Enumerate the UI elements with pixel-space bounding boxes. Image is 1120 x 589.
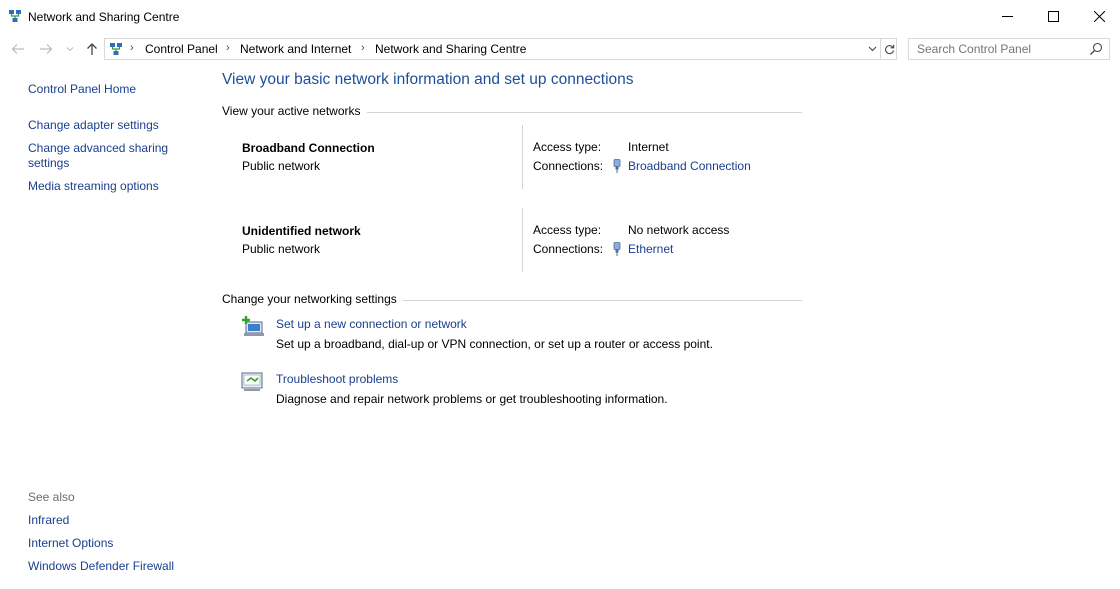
infrared-link[interactable]: Infrared [28,513,69,528]
arrow-left-icon [11,44,24,54]
breadcrumb-network-and-sharing-centre[interactable]: Network and Sharing Centre [375,42,526,56]
forward-button[interactable] [36,39,56,59]
windows-defender-firewall-link[interactable]: Windows Defender Firewall [28,559,174,574]
ethernet-link[interactable]: Ethernet [628,242,673,256]
ethernet-plug-icon [613,159,621,173]
set-up-new-connection-link[interactable]: Set up a new connection or network [276,317,467,331]
breadcrumb-control-panel[interactable]: Control Panel [145,42,218,56]
back-button[interactable] [8,39,28,59]
chevron-right-icon[interactable]: › [361,42,365,54]
ethernet-plug-icon [613,242,621,256]
search-box[interactable] [908,38,1110,60]
refresh-icon [884,44,894,54]
search-input[interactable] [917,42,1087,56]
access-type-value: Internet [628,140,669,154]
page-title: View your basic network information and … [222,71,634,88]
address-dropdown-button[interactable] [864,40,880,58]
arrow-up-icon [87,43,97,55]
network-name: Broadband Connection [242,141,375,155]
minimize-button[interactable] [984,0,1030,32]
window-title: Network and Sharing Centre [28,10,180,24]
refresh-button[interactable] [880,39,897,59]
network-category-link[interactable]: Public network [242,159,320,173]
troubleshoot-icon [241,372,263,391]
network-category-link[interactable]: Public network [242,242,320,256]
change-settings-heading: Change your networking settings [222,292,403,306]
change-adapter-settings-link[interactable]: Change adapter settings [28,118,159,133]
troubleshoot-problems-link[interactable]: Troubleshoot problems [276,372,398,386]
access-type-label: Access type: [533,140,602,154]
chevron-down-icon [868,46,876,52]
access-type-label: Access type: [533,223,602,237]
recent-locations-button[interactable] [63,39,77,59]
access-type-value: No network access [628,223,730,237]
address-bar[interactable]: › Control Panel › Network and Internet ›… [104,38,897,60]
network-sharing-icon [9,10,21,22]
divider [522,125,523,189]
control-panel-home-link[interactable]: Control Panel Home [28,82,136,97]
task-description: Diagnose and repair network problems or … [276,392,668,406]
search-icon[interactable] [1089,42,1103,56]
close-button[interactable] [1076,0,1120,32]
navigation-bar: › Control Panel › Network and Internet ›… [0,33,1120,65]
connections-label: Connections: [533,242,604,256]
chevron-right-icon[interactable]: › [130,42,134,54]
see-also-heading: See also [28,490,75,504]
broadband-connection-link[interactable]: Broadband Connection [628,159,751,173]
change-advanced-sharing-link[interactable]: Change advanced sharing [28,141,168,156]
breadcrumb-network-and-internet[interactable]: Network and Internet [240,42,351,56]
close-icon [1093,10,1105,22]
new-connection-icon [242,316,264,336]
change-advanced-sharing-link-continued[interactable]: settings [28,156,69,171]
task-description: Set up a broadband, dial-up or VPN conne… [276,337,713,351]
internet-options-link[interactable]: Internet Options [28,536,113,551]
up-button[interactable] [82,39,102,59]
maximize-icon [1047,10,1059,22]
connections-label: Connections: [533,159,604,173]
media-streaming-options-link[interactable]: Media streaming options [28,179,159,194]
divider [522,208,523,272]
maximize-button[interactable] [1030,0,1076,32]
minimize-icon [1001,15,1013,17]
chevron-down-icon [66,47,74,52]
title-bar: Network and Sharing Centre [0,0,1120,33]
network-name: Unidentified network [242,224,361,238]
control-panel-icon [110,43,122,55]
chevron-right-icon[interactable]: › [226,42,230,54]
arrow-right-icon [40,44,53,54]
active-networks-heading: View your active networks [222,104,367,118]
